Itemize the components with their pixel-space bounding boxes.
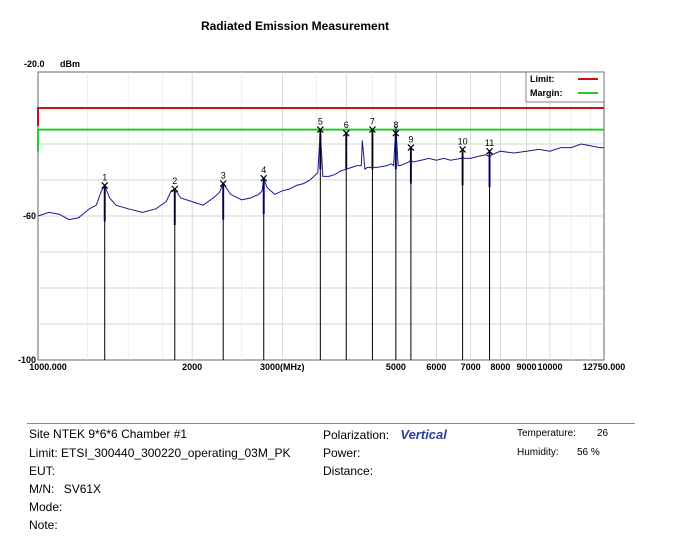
distance-label: Distance: — [323, 464, 374, 478]
limit-label: Limit: — [29, 446, 58, 460]
legend-margin-label: Margin: — [530, 88, 563, 98]
x-tick-label: 7000 — [461, 362, 481, 372]
y-tick-label: -60 — [23, 211, 36, 221]
mode-label: Mode: — [29, 500, 63, 514]
x-tick-label: 3000(MHz) — [260, 362, 305, 372]
info-divider — [27, 423, 635, 424]
x-tick-label: 5000 — [386, 362, 406, 372]
peak-label: 2 — [172, 176, 177, 186]
mn-value: SV61X — [63, 482, 102, 496]
temperature-value: 26 — [597, 428, 609, 439]
x-tick-label: 10000 — [537, 362, 562, 372]
mn-label: M/N: — [29, 482, 55, 496]
legend-limit-label: Limit: — [530, 74, 555, 84]
x-tick-label: 6000 — [426, 362, 446, 372]
polarization-row: Polarization: Vertical — [323, 427, 447, 442]
x-tick-label: 8000 — [490, 362, 510, 372]
y-axis-unit: dBm — [60, 59, 80, 69]
legend: Limit: Margin: — [525, 71, 605, 103]
limit-value: ETSI_300440_300220_operating_03M_PK — [61, 446, 291, 460]
y-tick-label-top: -20.0 — [24, 59, 45, 69]
peak-label: 5 — [318, 117, 323, 127]
humidity-value: 56 % — [577, 447, 600, 458]
peak-label: 3 — [221, 171, 226, 181]
humidity-label: Humidity: — [517, 447, 559, 458]
site-value: NTEK 9*6*6 Chamber #1 — [53, 427, 188, 441]
site-row: Site NTEK 9*6*6 Chamber #1 — [29, 427, 187, 441]
peak-label: 4 — [261, 165, 266, 175]
note-label: Note: — [29, 518, 58, 532]
peak-label: 6 — [344, 120, 349, 130]
peak-label: 11 — [485, 138, 494, 148]
peak-label: 9 — [408, 135, 413, 145]
peak-label: 7 — [370, 117, 375, 127]
peak-label: 8 — [393, 120, 398, 130]
polarization-label: Polarization: — [323, 428, 390, 442]
peak-label: 1 — [102, 172, 107, 182]
site-label: Site — [29, 427, 50, 441]
x-tick-label: 2000 — [182, 362, 202, 372]
power-label: Power: — [323, 446, 361, 460]
temperature-label: Temperature: — [517, 428, 576, 439]
x-tick-label: 9000 — [517, 362, 537, 372]
polarization-value: Vertical — [400, 427, 447, 442]
x-tick-label: 12750.000 — [583, 362, 626, 372]
eut-label: EUT: — [29, 464, 56, 478]
x-tick-label: 1000.000 — [29, 362, 67, 372]
emission-chart: 1 2345 6 7 89 10 11 -20.0 dBm-60-1001000.000 200… — [18, 59, 626, 372]
limit-row: Limit: ETSI_300440_300220_operating_03M_… — [29, 446, 291, 460]
peak-label: 10 — [458, 136, 468, 146]
mn-row: M/N: SV61X — [29, 482, 101, 496]
